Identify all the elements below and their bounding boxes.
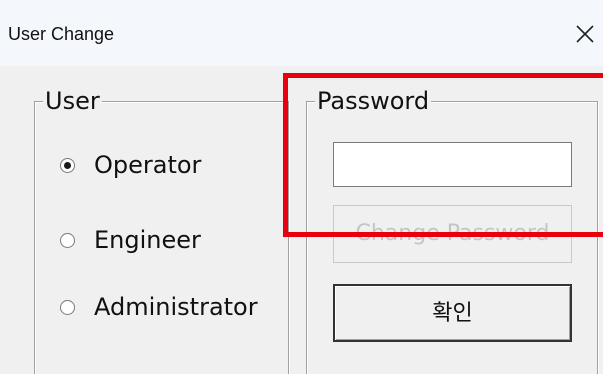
title-bar: User Change <box>0 0 603 66</box>
radio-label-engineer: Engineer <box>94 226 201 254</box>
radio-button-checked[interactable] <box>60 157 75 173</box>
radio-operator[interactable]: Operator <box>60 150 201 180</box>
radio-label-administrator: Administrator <box>94 293 258 321</box>
ok-button[interactable]: 확인 <box>333 284 572 342</box>
radio-button[interactable] <box>60 232 75 248</box>
user-groupbox: User Operator Engineer Administrator <box>34 86 289 374</box>
password-group-label: Password <box>315 86 432 116</box>
close-icon[interactable] <box>571 20 599 48</box>
password-groupbox: Password Change Password 확인 <box>306 86 598 374</box>
dialog-body: User Operator Engineer Administrator Pas… <box>0 66 603 374</box>
radio-label-operator: Operator <box>94 151 202 179</box>
radio-button[interactable] <box>60 299 75 315</box>
user-group-label: User <box>43 86 102 116</box>
window-title: User Change <box>8 24 115 44</box>
radio-administrator[interactable]: Administrator <box>60 292 258 322</box>
password-input[interactable] <box>333 142 572 187</box>
change-password-button[interactable]: Change Password <box>333 205 572 263</box>
radio-engineer[interactable]: Engineer <box>60 225 201 255</box>
